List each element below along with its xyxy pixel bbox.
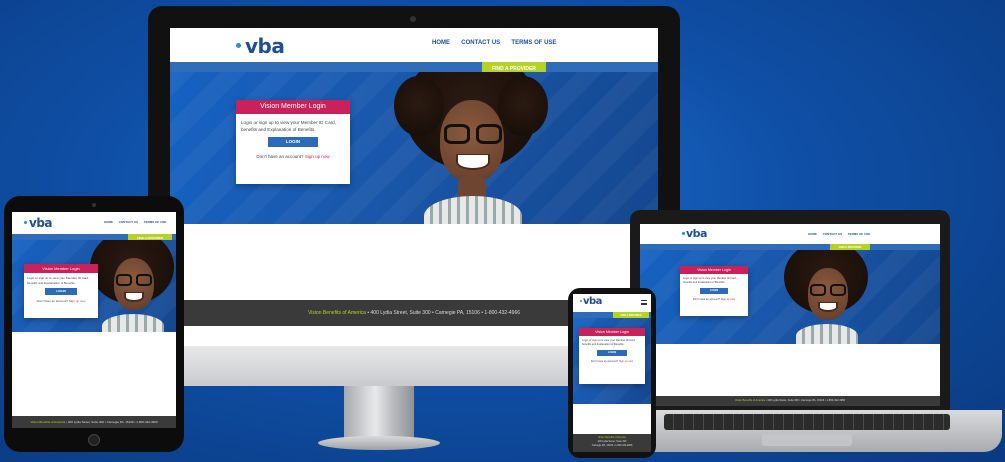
laptop-login-text: Login or sign up to view your Member ID … <box>683 277 737 284</box>
tablet-nav-home[interactable]: HOME <box>104 220 113 224</box>
laptop-hero-woman <box>780 250 872 344</box>
tablet-site-header: vba HOME CONTACT US TERMS OF USE <box>12 212 176 234</box>
login-card-title: Vision Member Login <box>236 100 350 114</box>
tablet: vba HOME CONTACT US TERMS OF USE FIND A … <box>4 196 184 452</box>
monitor-stand-base <box>318 436 440 450</box>
tablet-login-title: Vision Member Login <box>24 264 98 273</box>
phone-login-button[interactable]: LOGIN <box>597 350 627 356</box>
nav-home[interactable]: HOME <box>432 40 450 46</box>
tablet-login-button[interactable]: LOGIN <box>45 288 77 295</box>
signup-link[interactable]: Sign up now <box>305 154 330 159</box>
tablet-footer: Vision Benefits of America • 400 Lydia S… <box>12 416 176 428</box>
laptop-nav-contact[interactable]: CONTACT US <box>823 232 842 236</box>
laptop-login-button[interactable]: LOGIN <box>700 288 728 294</box>
phone-site-logo[interactable]: vba <box>578 296 602 307</box>
tablet-signup-link[interactable]: Sign up now <box>69 299 86 303</box>
site-bluebar <box>170 62 658 72</box>
laptop-screen: vba HOME CONTACT US TERMS OF USE FIND A … <box>640 224 940 406</box>
site-header: vba HOME CONTACT US TERMS OF USE <box>170 28 658 62</box>
laptop-nav-terms[interactable]: TERMS OF USE <box>848 232 871 236</box>
phone-screen: vba FIND A PROVIDER Vision Member Login … <box>573 294 651 452</box>
nav-terms-of-use[interactable]: TERMS OF USE <box>511 40 556 46</box>
monitor-stand <box>344 386 414 442</box>
phone-signup-link[interactable]: Sign up now <box>619 360 633 363</box>
tablet-hero-woman <box>86 240 176 332</box>
laptop-logo-bird-icon <box>680 231 686 237</box>
tablet-site-logo[interactable]: vba <box>22 216 53 230</box>
phone-login-text: Login or sign up to view your Member ID … <box>582 339 636 346</box>
tablet-signup-prompt: Don't have an account? Sign up now <box>36 299 86 303</box>
laptop: vba HOME CONTACT US TERMS OF USE FIND A … <box>630 210 950 410</box>
phone-site-header: vba <box>573 294 651 312</box>
footer-brand: Vision Benefits of America <box>307 310 366 316</box>
phone-footer: Vision Benefits of America 400 Lydia Str… <box>573 434 651 452</box>
laptop-signup-prompt: Don't have an account? Sign up now <box>692 298 736 301</box>
footer-city: Carnegie PA, 15106 <box>435 310 480 316</box>
laptop-site-nav: HOME CONTACT US TERMS OF USE <box>808 232 870 236</box>
phone: vba FIND A PROVIDER Vision Member Login … <box>568 288 656 458</box>
footer-address: 400 Lydia Street, Suite 300 <box>370 310 431 316</box>
login-card: Vision Member Login Login or sign up to … <box>236 100 350 184</box>
laptop-keyboard <box>664 414 950 430</box>
laptop-footer: Vision Benefits of America • 400 Lydia S… <box>640 396 940 406</box>
tablet-nav-contact[interactable]: CONTACT US <box>119 220 138 224</box>
tablet-camera <box>92 203 96 207</box>
nav-contact-us[interactable]: CONTACT US <box>461 40 500 46</box>
footer-phone: 1-800-432-4966 <box>484 310 521 316</box>
tablet-home-button[interactable] <box>88 434 100 446</box>
phone-login-title: Vision Member Login <box>579 328 645 336</box>
laptop-login-title: Vision Member Login <box>680 266 748 274</box>
tablet-screen: vba HOME CONTACT US TERMS OF USE FIND A … <box>12 212 176 428</box>
laptop-login-card: Vision Member Login Login or sign up to … <box>680 266 748 316</box>
logo-bird-icon <box>234 42 245 53</box>
login-button[interactable]: LOGIN <box>268 137 318 147</box>
login-card-text: Login or sign up to view your Member ID … <box>241 120 336 132</box>
tablet-login-card: Vision Member Login Login or sign up to … <box>24 264 98 318</box>
laptop-base <box>612 410 1002 452</box>
tablet-site-nav: HOME CONTACT US TERMS OF USE <box>104 220 166 224</box>
tablet-logo-bird-icon <box>22 220 29 227</box>
phone-login-card: Vision Member Login Login or sign up to … <box>579 328 645 384</box>
site-nav: HOME CONTACT US TERMS OF USE <box>432 40 556 46</box>
monitor-camera <box>410 16 416 22</box>
tablet-nav-terms[interactable]: TERMS OF USE <box>144 220 167 224</box>
phone-signup-prompt: Don't have an account? Sign up now <box>590 360 634 363</box>
laptop-site-header: vba HOME CONTACT US TERMS OF USE <box>640 224 940 244</box>
laptop-site-logo[interactable]: vba <box>680 227 707 240</box>
laptop-signup-link[interactable]: Sign up now <box>721 298 735 301</box>
signup-prompt: Don't have an account? Sign up now <box>256 154 330 159</box>
site-logo[interactable]: vba <box>234 34 285 58</box>
laptop-touchpad <box>762 434 852 446</box>
tablet-login-text: Login or sign up to view your Member ID … <box>27 276 90 285</box>
laptop-nav-home[interactable]: HOME <box>808 232 817 236</box>
hero-woman-image <box>394 72 548 224</box>
phone-logo-bird-icon <box>578 299 583 304</box>
phone-menu-icon[interactable] <box>641 300 647 305</box>
